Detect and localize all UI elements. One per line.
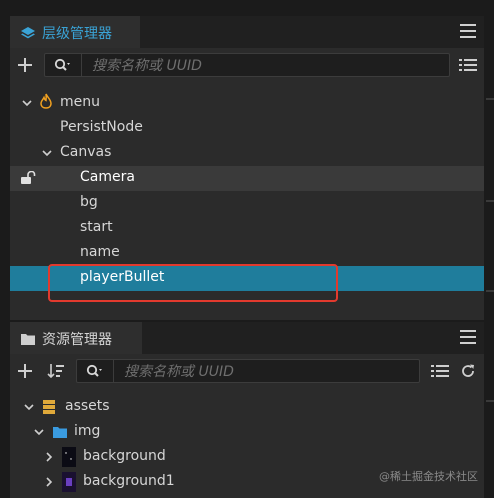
node-label: Canvas [60, 144, 112, 160]
tree-node-camera[interactable]: Camera [10, 166, 484, 191]
node-label: bg [80, 194, 98, 210]
node-label: Camera [80, 169, 135, 185]
tree-node-persistnode[interactable]: PersistNode [10, 116, 484, 141]
image-thumbnail-icon [62, 472, 76, 492]
asset-item-background[interactable]: background [10, 445, 484, 470]
asset-item-assets[interactable]: assets [10, 395, 484, 420]
search-filter-button[interactable] [45, 54, 82, 76]
tab-label: 资源管理器 [42, 332, 112, 348]
tree-node-start[interactable]: start [10, 216, 484, 241]
image-thumbnail-icon [62, 447, 76, 467]
sort-button[interactable] [46, 360, 66, 382]
node-label: menu [60, 94, 100, 110]
asset-label: assets [65, 398, 110, 414]
list-icon [431, 365, 449, 377]
add-node-button[interactable] [16, 54, 34, 76]
list-view-button[interactable] [458, 54, 478, 76]
tree-node-bg[interactable]: bg [10, 191, 484, 216]
unlock-icon[interactable] [20, 171, 38, 185]
search-icon [86, 364, 102, 377]
sort-icon [47, 364, 64, 379]
list-icon [459, 59, 477, 71]
folder-icon [53, 427, 67, 438]
hierarchy-toolbar: 搜索名称或 UUID [10, 48, 484, 82]
edge-mark [486, 400, 494, 402]
tree-node-name[interactable]: name [10, 241, 484, 266]
search-input[interactable]: 搜索名称或 UUID [114, 361, 234, 381]
tab-hierarchy[interactable]: 层级管理器 [10, 16, 140, 48]
node-label: start [80, 219, 113, 235]
search-input[interactable]: 搜索名称或 UUID [82, 55, 202, 75]
edge-mark [486, 98, 494, 100]
plus-icon [18, 58, 32, 72]
database-icon [43, 400, 55, 414]
search-filter-button[interactable] [77, 360, 114, 382]
edge-mark [486, 200, 494, 202]
asset-label: img [74, 423, 101, 439]
assets-search[interactable]: 搜索名称或 UUID [76, 359, 420, 383]
right-edge-strip [484, 0, 494, 498]
panel-menu-icon[interactable] [460, 330, 476, 344]
panel-menu-icon[interactable] [460, 24, 476, 38]
refresh-button[interactable] [458, 360, 478, 382]
plus-icon [18, 364, 32, 378]
assets-tabbar: 资源管理器 [10, 322, 484, 354]
chevron-down-icon [34, 429, 44, 436]
highlight-box [48, 264, 338, 302]
list-view-button[interactable] [430, 360, 450, 382]
tab-assets[interactable]: 资源管理器 [10, 322, 142, 354]
edge-mark [486, 290, 494, 292]
assets-toolbar: 搜索名称或 UUID [10, 354, 484, 388]
asset-label: background [83, 448, 166, 464]
chevron-right-icon [46, 477, 53, 487]
asset-item-img[interactable]: img [10, 420, 484, 445]
scene-fire-icon [40, 93, 52, 109]
chevron-down-icon [42, 150, 52, 157]
tree-node-menu[interactable]: menu [10, 91, 484, 116]
hierarchy-tabbar: 层级管理器 [10, 16, 484, 48]
tree-node-canvas[interactable]: Canvas [10, 141, 484, 166]
chevron-right-icon [46, 452, 53, 462]
chevron-down-icon [22, 100, 32, 107]
search-icon [54, 58, 70, 71]
node-label: PersistNode [60, 119, 143, 135]
add-asset-button[interactable] [16, 360, 34, 382]
chevron-down-icon [24, 404, 34, 411]
refresh-icon [462, 364, 474, 377]
watermark: @稀土掘金技术社区 [379, 470, 478, 483]
folder-icon [21, 334, 35, 345]
tab-label: 层级管理器 [42, 26, 112, 42]
node-label: name [80, 244, 120, 260]
layers-icon [21, 27, 35, 39]
hierarchy-search[interactable]: 搜索名称或 UUID [44, 53, 450, 77]
asset-label: background1 [83, 473, 175, 489]
